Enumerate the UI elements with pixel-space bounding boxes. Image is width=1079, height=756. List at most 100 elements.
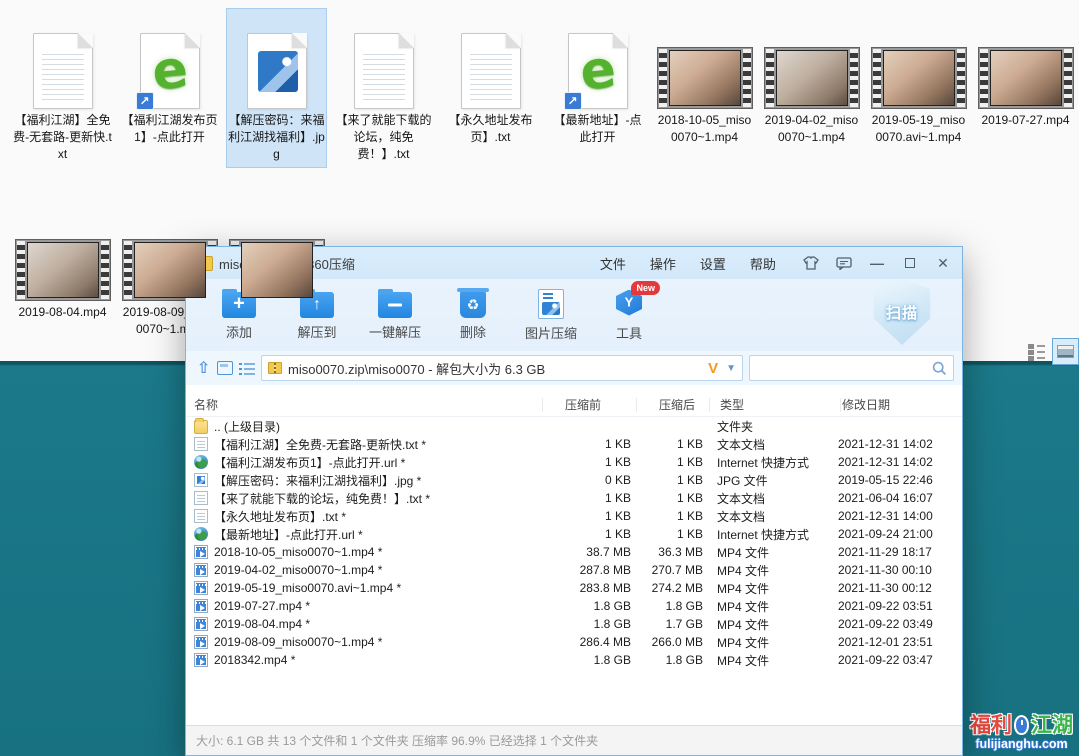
icon-view-icon[interactable] xyxy=(217,357,233,379)
desktop-icon[interactable]: 2018-10-05_miso0070~1.mp4 xyxy=(654,8,755,168)
desktop-icon-label: 【永久地址发布页】.txt xyxy=(441,112,540,146)
address-dropdown-icon[interactable]: ▼ xyxy=(726,363,736,374)
file-size-after: 36.3 MB xyxy=(635,545,707,559)
desktop-icon[interactable]: 2019-08-04.mp4 xyxy=(12,200,113,343)
navigation-bar: ⇧ miso0070.zip\miso0070 - 解包大小为 6.3 GB V… xyxy=(186,351,962,385)
file-row[interactable]: 2019-08-04.mp4 * 1.8 GB 1.7 GB MP4 文件 20… xyxy=(186,615,962,633)
file-modified-date: 2021-09-24 21:00 xyxy=(837,527,957,541)
file-type-icon xyxy=(194,420,208,434)
file-name: 【来了就能下载的论坛，纯免费！】.txt * xyxy=(214,490,430,507)
status-text: 大小: 6.1 GB 共 13 个文件和 1 个文件夹 压缩率 96.9% 已经… xyxy=(196,732,598,749)
file-row[interactable]: 2018-10-05_miso0070~1.mp4 * 38.7 MB 36.3… xyxy=(186,543,962,561)
address-bar[interactable]: miso0070.zip\miso0070 - 解包大小为 6.3 GB V ▼ xyxy=(261,355,743,381)
menubar: 文件 操作 设置 帮助 xyxy=(600,254,776,273)
file-row[interactable]: 2018342.mp4 * 1.8 GB 1.8 GB MP4 文件 2021-… xyxy=(186,651,962,669)
file-list: .. (上级目录) 文件夹 【福利江湖】全免费-无套路-更新快.txt * 1 … xyxy=(186,417,962,669)
shortcut-arrow-icon xyxy=(136,92,154,110)
file-row[interactable]: 【解压密码：来福利江湖找福利】.jpg * 0 KB 1 KB JPG 文件 2… xyxy=(186,471,962,489)
menu-file[interactable]: 文件 xyxy=(600,254,626,273)
file-modified-date: 2021-11-30 00:10 xyxy=(837,563,957,577)
file-size-after: 1 KB xyxy=(635,527,707,541)
column-modified-date[interactable]: 修改日期 xyxy=(841,396,961,413)
desktop-icon[interactable]: 【福利江湖发布页1】-点此打开 xyxy=(119,8,220,168)
file-row[interactable]: 【福利江湖】全免费-无套路-更新快.txt * 1 KB 1 KB 文本文档 2… xyxy=(186,435,962,453)
file-size-after: 274.2 MB xyxy=(635,581,707,595)
file-row[interactable]: 【福利江湖发布页1】-点此打开.url * 1 KB 1 KB Internet… xyxy=(186,453,962,471)
column-type[interactable]: 类型 xyxy=(710,396,840,413)
file-type: MP4 文件 xyxy=(707,598,837,615)
desktop-icon[interactable]: 【来了就能下载的论坛，纯免费！】.txt xyxy=(333,8,434,168)
file-size-before: 286.4 MB xyxy=(542,635,635,649)
file-type-icon xyxy=(194,617,208,631)
file-row[interactable]: 2019-05-19_miso0070.avi~1.mp4 * 283.8 MB… xyxy=(186,579,962,597)
column-size-before[interactable]: 压缩前 xyxy=(543,396,636,413)
file-type-icon xyxy=(194,599,208,613)
desktop-icon[interactable]: 2019-07-27.mp4 xyxy=(975,8,1076,168)
desktop-icon-label: 2019-08-04.mp4 xyxy=(18,304,106,321)
file-row[interactable]: 【来了就能下载的论坛，纯免费！】.txt * 1 KB 1 KB 文本文档 20… xyxy=(186,489,962,507)
toolbar-button[interactable]: 图片压缩 xyxy=(512,289,590,342)
column-name[interactable]: 名称 xyxy=(194,396,542,413)
file-name: .. (上级目录) xyxy=(214,418,280,435)
minimize-button[interactable]: — xyxy=(868,254,886,272)
desktop-icon-label: 2019-04-02_miso0070~1.mp4 xyxy=(762,112,861,146)
file-type-icon xyxy=(194,473,208,487)
close-button[interactable]: ✕ xyxy=(934,254,952,272)
file-name: 【福利江湖】全免费-无套路-更新快.txt * xyxy=(214,436,426,453)
desktop-icon[interactable]: 【永久地址发布页】.txt xyxy=(440,8,541,168)
toolbar-button-icon xyxy=(460,290,486,318)
file-row[interactable]: 2019-08-09_miso0070~1.mp4 * 286.4 MB 266… xyxy=(186,633,962,651)
search-box[interactable] xyxy=(749,355,954,381)
desktop-icon[interactable]: 2019-04-02_miso0070~1.mp4 xyxy=(761,8,862,168)
file-modified-date: 2019-05-15 22:46 xyxy=(837,473,957,487)
menu-actions[interactable]: 操作 xyxy=(650,254,676,273)
file-name: 2019-08-04.mp4 * xyxy=(214,617,310,631)
file-size-before: 1 KB xyxy=(542,491,635,505)
file-size-before: 283.8 MB xyxy=(542,581,635,595)
up-directory-icon[interactable]: ⇧ xyxy=(196,357,211,379)
desktop-file-icon xyxy=(247,33,307,109)
desktop-icon[interactable]: 【最新地址】-点此打开 xyxy=(547,8,648,168)
file-name: 2018-10-05_miso0070~1.mp4 * xyxy=(214,545,382,559)
file-name: 【永久地址发布页】.txt * xyxy=(214,508,346,525)
new-badge: New xyxy=(631,281,660,295)
search-input[interactable] xyxy=(756,361,932,376)
360zip-window: miso0070.zip - 360压缩 文件 操作 设置 帮助 — ✕ 添加 xyxy=(185,246,963,756)
list-view-toggle-icon[interactable] xyxy=(1028,343,1045,361)
toolbar-button[interactable]: 一键解压 xyxy=(356,289,434,341)
scan-label: 扫描 xyxy=(886,302,918,323)
desktop-view-toggles xyxy=(1028,338,1079,365)
file-row[interactable]: 【最新地址】-点此打开.url * 1 KB 1 KB Internet 快捷方… xyxy=(186,525,962,543)
toolbar-button-label: 添加 xyxy=(226,322,252,341)
toolbar-button[interactable]: 删除 xyxy=(434,290,512,341)
file-modified-date: 2021-11-29 18:17 xyxy=(837,545,957,559)
maximize-button[interactable] xyxy=(901,254,919,272)
file-size-after: 1 KB xyxy=(635,437,707,451)
column-size-after[interactable]: 压缩后 xyxy=(637,396,709,413)
file-row[interactable]: 2019-04-02_miso0070~1.mp4 * 287.8 MB 270… xyxy=(186,561,962,579)
file-size-after: 1 KB xyxy=(635,473,707,487)
file-row[interactable]: .. (上级目录) 文件夹 xyxy=(186,417,962,435)
theme-skin-icon[interactable] xyxy=(802,254,820,272)
thumbnail-view-toggle-icon[interactable] xyxy=(1052,338,1079,365)
desktop-icon[interactable]: 2019-05-19_miso0070.avi~1.mp4 xyxy=(868,8,969,168)
file-type: 文本文档 xyxy=(707,490,837,507)
desktop-file-icon xyxy=(568,33,628,109)
column-headers: 名称 压缩前 压缩后 类型 修改日期 xyxy=(186,393,962,417)
toolbar-button-label: 一键解压 xyxy=(369,322,421,341)
file-row[interactable]: 【永久地址发布页】.txt * 1 KB 1 KB 文本文档 2021-12-3… xyxy=(186,507,962,525)
menu-help[interactable]: 帮助 xyxy=(750,254,776,273)
menu-settings[interactable]: 设置 xyxy=(700,254,726,273)
desktop-icon[interactable]: 【福利江湖】全免费-无套路-更新快.txt xyxy=(12,8,113,168)
desktop-file-icon xyxy=(978,47,1074,109)
desktop-icon[interactable]: 【解压密码：来福利江湖找福利】.jpg xyxy=(226,8,327,168)
desktop-icons-row-1: 【福利江湖】全免费-无套路-更新快.txt 【福利江湖发布页1】-点此打开 【解… xyxy=(12,8,1076,168)
file-type: JPG 文件 xyxy=(707,472,837,489)
list-view-icon[interactable] xyxy=(239,357,255,379)
file-row[interactable]: 2019-07-27.mp4 * 1.8 GB 1.8 GB MP4 文件 20… xyxy=(186,597,962,615)
feedback-icon[interactable] xyxy=(835,254,853,272)
toolbar-button[interactable]: New 工具 xyxy=(590,289,668,342)
file-type: 文件夹 xyxy=(707,418,837,435)
file-size-after: 1 KB xyxy=(635,491,707,505)
file-type: MP4 文件 xyxy=(707,634,837,651)
